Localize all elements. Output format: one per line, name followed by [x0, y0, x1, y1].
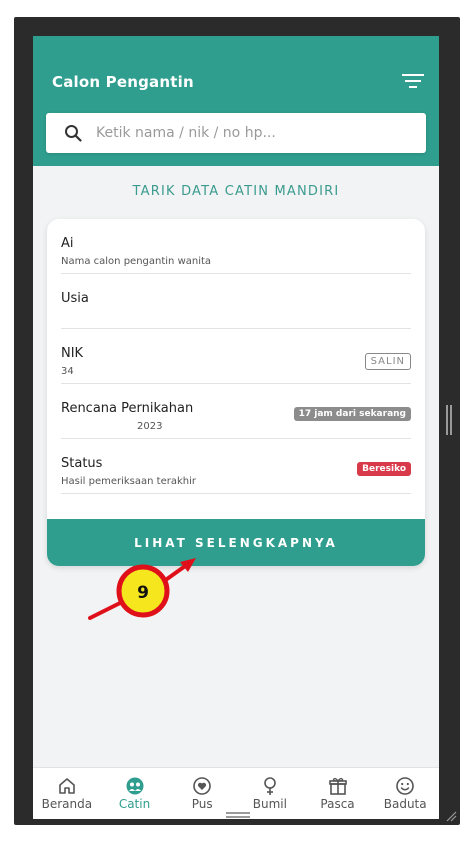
nav-label: Catin: [118, 797, 151, 811]
nav-label: Baduta: [383, 797, 427, 811]
couple-icon: [126, 777, 143, 795]
pull-data-link[interactable]: TARIK DATA CATIN MANDIRI: [33, 184, 439, 199]
home-icon: [59, 778, 75, 794]
copy-button[interactable]: SALIN: [364, 353, 411, 370]
nav-label: Pasca: [320, 797, 355, 811]
step-marker: 9: [88, 558, 196, 620]
smile-icon: [396, 777, 414, 795]
row-label: NIK: [61, 346, 84, 361]
resize-grip-icon[interactable]: [445, 810, 457, 822]
bride-card: Ai Nama calon pengantin wanita Usia NIK …: [47, 219, 425, 566]
female-icon: [264, 777, 276, 795]
heart-circle-icon: [193, 777, 211, 795]
card-row-status: Status Hasil pemeriksaan terakhir Beresi…: [61, 439, 411, 494]
nav-catin[interactable]: Catin: [101, 768, 169, 819]
app-screen: Calon Pengantin TARIK DATA CATIN MANDIRI…: [33, 36, 439, 819]
card-row-age: Usia: [61, 274, 411, 329]
nav-label: Bumil: [252, 797, 287, 811]
app-header: Calon Pengantin: [33, 36, 439, 166]
status-badge: Beresiko: [357, 462, 411, 476]
card-row-wedding-plan: Rencana Pernikahan 2023 17 jam dari seka…: [61, 384, 411, 439]
nav-label: Beranda: [41, 797, 93, 811]
row-sub: 34: [61, 366, 74, 377]
search-box: [46, 113, 426, 153]
page-title: Calon Pengantin: [52, 73, 194, 91]
step-number: 9: [137, 583, 149, 603]
row-label: Rencana Pernikahan: [61, 401, 194, 416]
filter-icon[interactable]: [402, 72, 424, 90]
row-label: Status: [61, 456, 103, 471]
search-icon: [65, 125, 82, 142]
card-row-nik: NIK 34 SALIN: [61, 329, 411, 384]
row-label: Ai: [61, 236, 74, 251]
row-sub: 2023: [137, 421, 163, 432]
window-side-handle[interactable]: [446, 405, 452, 435]
nav-pasca[interactable]: Pasca: [304, 768, 372, 819]
time-badge: 17 jam dari sekarang: [293, 407, 411, 421]
row-sub: Hasil pemeriksaan terakhir: [61, 476, 196, 487]
phone-frame: Calon Pengantin TARIK DATA CATIN MANDIRI…: [14, 17, 460, 825]
gift-icon: [328, 777, 347, 795]
row-sub: Nama calon pengantin wanita: [61, 256, 212, 267]
nav-baduta[interactable]: Baduta: [371, 768, 439, 819]
row-label: Usia: [61, 291, 89, 306]
nav-label: Pus: [191, 797, 213, 811]
search-input[interactable]: [96, 113, 416, 153]
card-row-name: Ai Nama calon pengantin wanita: [61, 219, 411, 274]
window-bottom-handle[interactable]: [226, 812, 250, 818]
nav-beranda[interactable]: Beranda: [33, 768, 101, 819]
